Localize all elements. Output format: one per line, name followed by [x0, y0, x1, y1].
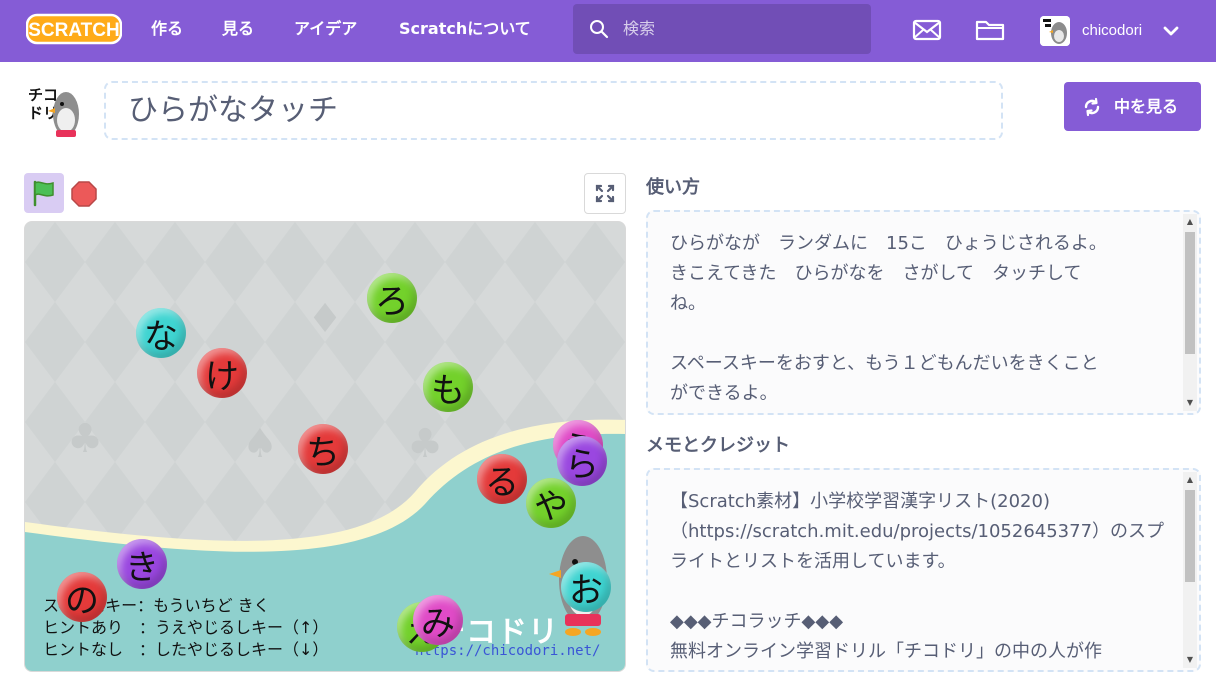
letter-ball[interactable]: み [413, 595, 463, 645]
scroll-up-arrow-icon[interactable]: ▲ [1186, 218, 1194, 226]
notes-label: メモとクレジット [646, 435, 790, 456]
green-flag-icon [33, 180, 54, 207]
svg-text:♦: ♦ [307, 296, 343, 342]
project-title-field[interactable]: ひらがなタッチ [104, 81, 1003, 140]
instructions-box[interactable]: ひらがなが ランダムに 15こ ひょうじされるよ。 きこえてきた ひらがなを さ… [646, 210, 1201, 415]
search-input[interactable]: 検索 [573, 4, 871, 54]
top-navbar: SCRATCH 作る 見る アイデア Scratchについて 検索 chicod… [0, 0, 1216, 62]
search-icon [590, 20, 609, 39]
project-title: ひらがなタッチ [128, 93, 338, 128]
letter-ball[interactable]: お [561, 562, 611, 612]
letter-ball[interactable]: な [136, 308, 186, 358]
stop-sign-icon[interactable] [70, 180, 98, 208]
svg-text:♣: ♣ [67, 416, 103, 462]
fullscreen-button[interactable] [584, 173, 626, 214]
chicodori-bird-icon [1040, 16, 1070, 46]
project-stage[interactable]: ♦ ♣ ♠ ♣ な け ろ も ち ら ら る や き チコドリ スペースキー：… [24, 221, 626, 672]
letter-ball[interactable]: き [117, 539, 167, 589]
instructions-label: 使い方 [646, 177, 700, 198]
scroll-up-arrow-icon[interactable]: ▲ [1186, 476, 1194, 484]
chicodori-bird-icon: チコ ドリ [24, 82, 84, 142]
nav-about[interactable]: Scratchについて [399, 17, 531, 41]
messages-icon[interactable] [912, 17, 942, 43]
nav-create[interactable]: 作る [151, 17, 183, 41]
chevron-down-icon[interactable] [1160, 22, 1182, 40]
letter-ball[interactable]: る [477, 454, 527, 504]
user-avatar[interactable] [1040, 16, 1070, 46]
scroll-down-arrow-icon[interactable]: ▼ [1186, 399, 1194, 407]
see-inside-label: 中を見る [1114, 97, 1179, 116]
nav-ideas[interactable]: アイデア [294, 17, 357, 41]
scroll-thumb[interactable] [1185, 490, 1195, 582]
letter-ball[interactable]: や [526, 478, 576, 528]
username[interactable]: chicodori [1082, 19, 1142, 43]
notes-scrollbar[interactable]: ▲ ▼ [1183, 472, 1197, 668]
instructions-scrollbar[interactable]: ▲ ▼ [1183, 214, 1197, 411]
scroll-thumb[interactable] [1185, 232, 1195, 354]
scratch-logo[interactable]: SCRATCH [26, 12, 122, 46]
stage-url-text: https://chicodori.net/ [415, 643, 601, 659]
svg-text:チコ: チコ [28, 86, 58, 104]
svg-text:♠: ♠ [242, 421, 278, 467]
scroll-down-arrow-icon[interactable]: ▼ [1186, 656, 1194, 664]
nav-explore[interactable]: 見る [222, 17, 254, 41]
my-stuff-folder-icon[interactable] [975, 17, 1005, 43]
search-placeholder: 検索 [623, 19, 656, 38]
fullscreen-icon [595, 184, 615, 203]
notes-text: 【Scratch素材】小学校学習漢字リスト(2020) （https://scr… [670, 491, 1165, 662]
notes-box[interactable]: 【Scratch素材】小学校学習漢字リスト(2020) （https://scr… [646, 468, 1201, 672]
instructions-text: ひらがなが ランダムに 15こ ひょうじされるよ。 きこえてきた ひらがなを さ… [670, 233, 1107, 404]
svg-text:♣: ♣ [407, 421, 443, 467]
green-flag-button[interactable] [24, 173, 64, 213]
letter-ball[interactable]: も [423, 362, 473, 412]
see-inside-button[interactable]: 中を見る [1064, 82, 1201, 131]
stage-instruction-line: ヒントなし ：したやじるしキー（↓） [43, 640, 329, 659]
letter-ball[interactable]: ろ [367, 273, 417, 323]
project-author-avatar[interactable]: チコ ドリ [24, 82, 84, 142]
letter-ball[interactable]: ち [298, 424, 348, 474]
remix-arrows-icon [1084, 97, 1100, 117]
logo-text: SCRATCH [28, 20, 119, 41]
letter-ball[interactable]: け [197, 348, 247, 398]
letter-ball[interactable]: の [57, 572, 107, 622]
